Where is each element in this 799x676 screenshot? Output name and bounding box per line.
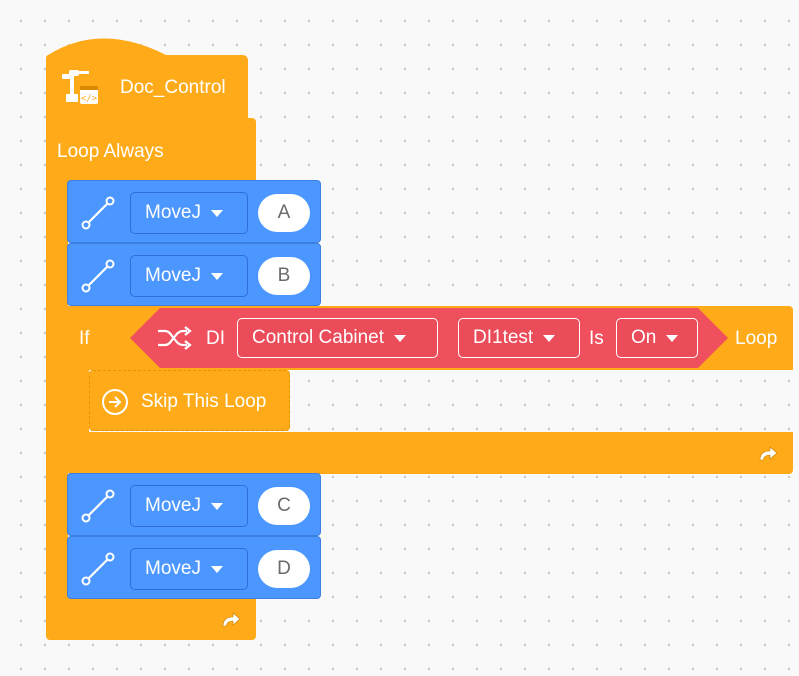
movej-block-c[interactable]: MoveJ C [67,473,321,536]
caret-down-icon [210,272,223,280]
loop-return-icon [219,608,243,630]
movej-block-a[interactable]: MoveJ A [67,180,321,243]
path-line-icon [80,488,116,524]
arrow-circle-right-icon [100,387,130,417]
robot-arm-code-icon: </> [60,68,100,108]
movej-dropdown-b[interactable]: MoveJ [130,255,248,297]
movej-dropdown-label: MoveJ [145,265,201,286]
caret-down-icon [210,209,223,217]
movej-dropdown-a[interactable]: MoveJ [130,192,248,234]
target-point-c[interactable]: C [258,487,310,525]
skip-this-loop-label: Skip This Loop [141,391,267,412]
loop-always-label: Loop Always [57,141,164,162]
if-block-footer [67,432,793,474]
movej-block-d[interactable]: MoveJ D [67,536,321,599]
state-dropdown-label: On [631,327,657,348]
loop-return-icon [756,442,780,464]
movej-dropdown-label: MoveJ [145,558,201,579]
path-line-icon [80,551,116,587]
di-prefix-label: DI [206,328,225,349]
signal-dropdown[interactable]: DI1test [458,318,580,358]
is-label: Is [589,328,604,349]
if-block-arm [67,368,89,434]
di-condition-block[interactable]: DI Control Cabinet DI1test Is On [130,308,728,368]
device-dropdown[interactable]: Control Cabinet [237,318,438,358]
caret-down-icon [210,565,223,573]
loop-suffix-label: Loop [735,328,778,349]
target-point-d[interactable]: D [258,550,310,588]
loop-always-arm [46,180,68,600]
target-point-b[interactable]: B [258,257,310,295]
movej-dropdown-label: MoveJ [145,495,201,516]
movej-dropdown-label: MoveJ [145,202,201,223]
movej-dropdown-c[interactable]: MoveJ [130,485,248,527]
hat-label: Doc_Control [120,77,226,98]
device-dropdown-label: Control Cabinet [252,327,385,348]
caret-down-icon [666,334,679,342]
caret-down-icon [394,334,407,342]
target-point-a[interactable]: A [258,194,310,232]
movej-dropdown-d[interactable]: MoveJ [130,548,248,590]
caret-down-icon [543,334,556,342]
caret-down-icon [210,502,223,510]
hat-block[interactable]: </> Doc_Control [46,30,248,118]
path-line-icon [80,258,116,294]
movej-block-b[interactable]: MoveJ B [67,243,321,306]
shuffle-icon [156,324,192,352]
state-dropdown[interactable]: On [616,318,698,358]
skip-this-loop-block[interactable]: Skip This Loop [89,370,290,431]
if-label: If [79,328,90,349]
path-line-icon [80,195,116,231]
signal-dropdown-label: DI1test [473,327,534,348]
svg-text:</>: </> [81,94,98,104]
